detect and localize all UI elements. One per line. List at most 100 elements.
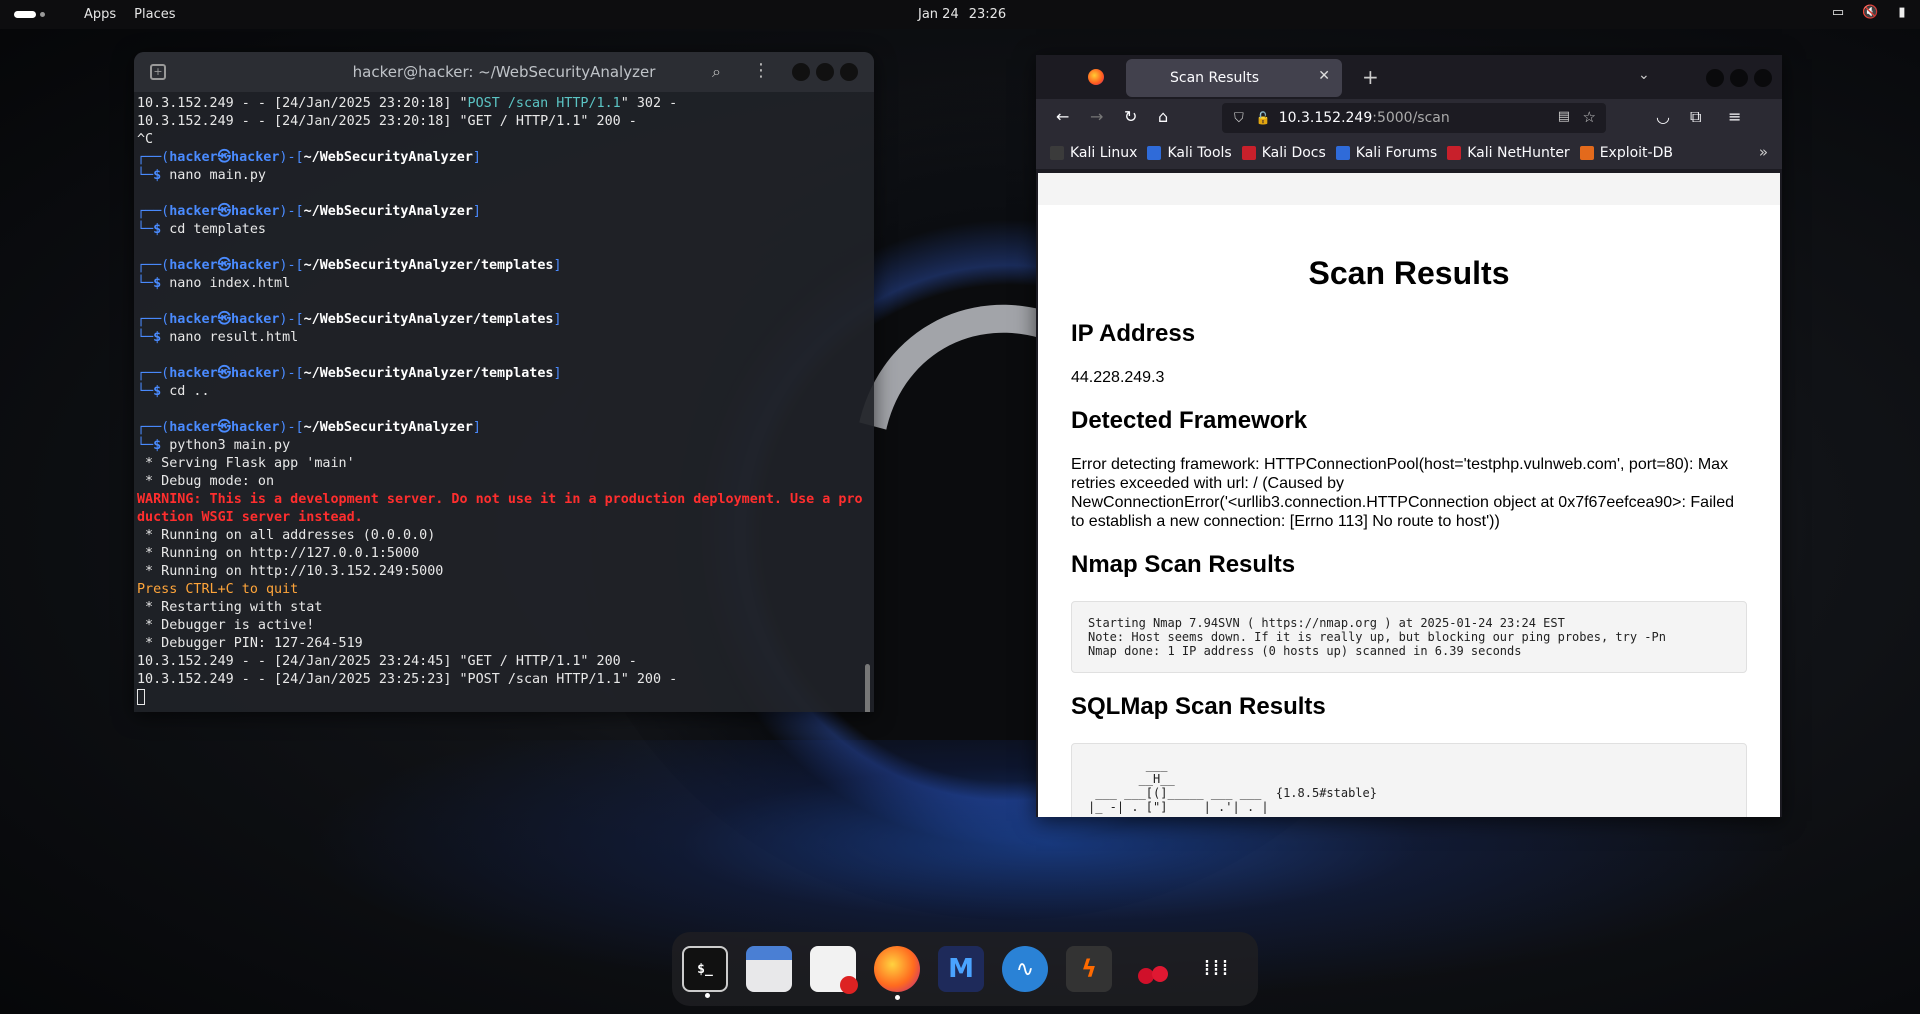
terminal-text: $ <box>153 384 170 399</box>
terminal-text: ┌──( <box>137 420 170 435</box>
terminal-icon[interactable]: $_ <box>682 946 728 998</box>
terminal-text: ~/WebSecurityAnalyzer/templates <box>303 366 554 381</box>
page-viewport[interactable]: Scan Results IP Address 44.228.249.3 Det… <box>1038 173 1780 817</box>
terminal-text: * Debugger is active! <box>137 618 315 633</box>
reader-view-icon[interactable]: ▤ <box>1558 109 1570 124</box>
extensions-icon[interactable]: ⧉ <box>1690 107 1701 127</box>
more-bookmarks-icon[interactable]: » <box>1759 143 1768 161</box>
firefox-view-icon[interactable] <box>1088 69 1104 85</box>
terminal-text: hacker㉿hacker <box>169 150 280 165</box>
insecure-lock-icon[interactable]: 🔓 <box>1256 111 1271 125</box>
mute-icon[interactable]: 🔇 <box>1862 5 1878 21</box>
terminal-text: ┌──( <box>137 312 170 327</box>
bookmark-item[interactable]: Kali Tools <box>1147 145 1232 161</box>
close-button[interactable] <box>1754 69 1772 87</box>
terminal-text: hacker㉿hacker <box>169 420 280 435</box>
home-icon[interactable]: ⌂ <box>1158 107 1168 126</box>
terminal-cursor[interactable] <box>137 689 871 707</box>
terminal-line: * Serving Flask app 'main' <box>137 455 871 473</box>
terminal-text: ~/WebSecurityAnalyzer/templates <box>303 258 554 273</box>
terminal-line: ┌──(hacker㉿hacker)-[~/WebSecurityAnalyze… <box>137 203 871 221</box>
metasploit-icon[interactable]: M <box>938 946 984 992</box>
terminal-text: )-[ <box>279 204 304 219</box>
terminal-titlebar[interactable]: + hacker@hacker: ~/WebSecurityAnalyzer ⌕… <box>134 52 874 92</box>
terminal-text: $ <box>153 168 170 183</box>
bookmark-favicon-icon <box>1147 146 1162 160</box>
apps-menu[interactable]: Apps <box>84 7 116 22</box>
reload-icon[interactable]: ↻ <box>1124 107 1137 126</box>
app-menu-icon[interactable]: ≡ <box>1728 107 1741 126</box>
bookmark-item[interactable]: Kali Linux <box>1050 145 1137 161</box>
terminal-text: * Debugger PIN: 127-264-519 <box>137 636 363 651</box>
terminal-line: ┌──(hacker㉿hacker)-[~/WebSecurityAnalyze… <box>137 365 871 383</box>
wireshark-icon[interactable]: ∿ <box>1002 946 1048 992</box>
pocket-icon[interactable]: ◡ <box>1656 107 1670 126</box>
terminal-text: └─ <box>137 276 154 291</box>
dock: $_ M ∿ ϟ ⁞⁞⁞ <box>672 932 1258 1006</box>
terminal-line: └─$ nano index.html <box>137 275 871 293</box>
bookmark-label: Exploit-DB <box>1599 145 1673 161</box>
terminal-text: ] <box>553 366 562 381</box>
terminal-line: └─$ nano result.html <box>137 329 871 347</box>
terminal-text: ~/WebSecurityAnalyzer <box>303 150 473 165</box>
terminal-window[interactable]: + hacker@hacker: ~/WebSecurityAnalyzer ⌕… <box>134 52 874 712</box>
battery-icon[interactable]: ▮ <box>1894 5 1910 21</box>
url-host: 10.3.152.249 <box>1278 110 1373 126</box>
terminal-line: * Debug mode: on <box>137 473 871 491</box>
terminal-scrollbar[interactable] <box>865 664 870 712</box>
terminal-text: hacker㉿hacker <box>169 366 280 381</box>
places-menu[interactable]: Places <box>134 7 175 22</box>
close-tab-icon[interactable]: ✕ <box>1318 68 1330 84</box>
maximize-button[interactable] <box>816 63 834 81</box>
burpsuite-icon[interactable]: ϟ <box>1066 946 1112 992</box>
list-tabs-icon[interactable]: ⌄ <box>1638 67 1650 83</box>
tab-scan-results[interactable]: Scan Results ✕ <box>1126 59 1342 97</box>
tracking-protection-icon[interactable]: ⛉ <box>1234 111 1244 126</box>
app-grid-icon[interactable]: ⁞⁞⁞ <box>1194 946 1240 992</box>
bookmark-item[interactable]: Kali NetHunter <box>1447 145 1570 161</box>
terminal-line: └─$ python3 main.py <box>137 437 871 455</box>
terminal-output[interactable]: 10.3.152.249 - - [24/Jan/2025 23:20:18] … <box>134 92 874 712</box>
url-bar[interactable]: ⛉ 🔓 10.3.152.249:5000/scan ▤ ☆ <box>1222 103 1606 133</box>
terminal-text: └─ <box>137 222 154 237</box>
text-editor-icon[interactable] <box>810 946 858 994</box>
new-tab-icon[interactable]: + <box>150 64 166 80</box>
cherrytree-icon[interactable] <box>1130 946 1176 992</box>
terminal-text: duction WSGI server instead. <box>137 510 363 525</box>
menu-icon[interactable]: ⋮ <box>752 60 770 81</box>
minimize-button[interactable] <box>792 63 810 81</box>
terminal-line: * Running on all addresses (0.0.0.0) <box>137 527 871 545</box>
bookmark-label: Kali Docs <box>1261 145 1326 161</box>
terminal-text: WARNING: This is a development server. D… <box>137 492 863 507</box>
files-icon[interactable] <box>746 946 792 992</box>
browser-window[interactable]: Scan Results ✕ + ⌄ ← → ↻ ⌂ ⛉ 🔓 10.3.152.… <box>1036 55 1782 817</box>
bookmark-item[interactable]: Kali Forums <box>1335 145 1438 161</box>
activities-button[interactable] <box>14 11 66 18</box>
terminal-text: └─ <box>137 168 154 183</box>
terminal-text: )-[ <box>279 312 304 327</box>
bookmark-favicon-icon <box>1447 146 1462 160</box>
screen-icon[interactable]: ▭ <box>1830 5 1846 21</box>
terminal-text: ~/WebSecurityAnalyzer <box>303 420 473 435</box>
bookmark-star-icon[interactable]: ☆ <box>1583 108 1596 126</box>
terminal-text: ] <box>472 150 481 165</box>
back-icon[interactable]: ← <box>1056 107 1069 126</box>
system-tray: ▭ 🔇 ▮ <box>1830 5 1910 21</box>
bookmark-label: Kali Forums <box>1355 145 1438 161</box>
close-button[interactable] <box>840 63 858 81</box>
terminal-text: * Running on http://10.3.152.249:5000 <box>137 564 444 579</box>
firefox-icon[interactable] <box>874 946 920 1000</box>
bookmark-favicon-icon <box>1241 146 1256 160</box>
bookmark-favicon-icon <box>1050 146 1064 160</box>
minimize-button[interactable] <box>1706 69 1724 87</box>
maximize-button[interactable] <box>1730 69 1748 87</box>
bookmark-item[interactable]: Kali Docs <box>1241 145 1326 161</box>
bookmark-item[interactable]: Exploit-DB <box>1579 145 1673 161</box>
terminal-text: $ <box>153 276 170 291</box>
clock[interactable]: Jan 24 23:26 <box>918 7 1016 22</box>
terminal-text: ] <box>553 312 562 327</box>
search-icon[interactable]: ⌕ <box>712 62 721 82</box>
new-tab-button[interactable]: + <box>1362 65 1379 89</box>
forward-icon[interactable]: → <box>1090 107 1103 126</box>
